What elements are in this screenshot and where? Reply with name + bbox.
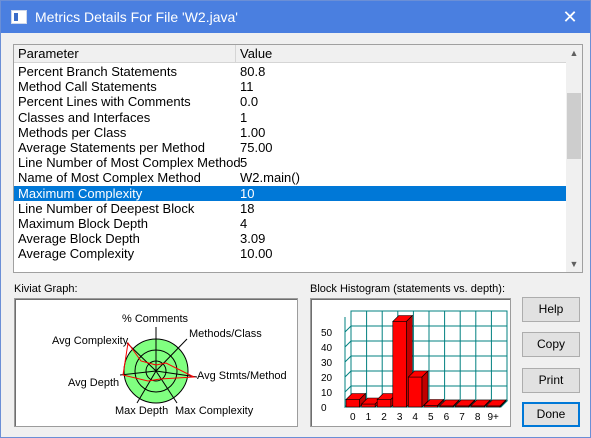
histogram-gridline xyxy=(344,340,352,348)
histogram-gridline xyxy=(344,355,352,363)
parameter-cell: Methods per Class xyxy=(18,124,127,140)
histogram-x-tick-label: 4 xyxy=(412,412,418,423)
histogram-y-tick-label: 10 xyxy=(321,388,333,399)
scroll-up-icon[interactable]: ▲ xyxy=(566,45,582,61)
value-cell: 80.8 xyxy=(240,64,266,79)
parameter-cell: Line Number of Deepest Block xyxy=(18,200,195,216)
histogram-x-tick-label: 0 xyxy=(350,412,356,423)
value-cell: W2.main() xyxy=(240,170,300,186)
parameter-cell: Method Call Statements xyxy=(18,79,157,95)
value-cell: 3.09 xyxy=(240,231,266,247)
histogram-x-tick-label: 6 xyxy=(444,412,450,423)
title-bar[interactable]: Metrics Details For File 'W2.java' ✕ xyxy=(1,1,590,33)
window-title: Metrics Details For File 'W2.java' xyxy=(35,9,238,25)
scroll-down-icon[interactable]: ▼ xyxy=(566,256,582,272)
column-header-value[interactable]: Value xyxy=(236,45,567,63)
histogram-bar xyxy=(376,399,392,408)
histogram-x-tick-label: 7 xyxy=(459,412,465,423)
histogram-x-tick-label: 5 xyxy=(428,412,434,423)
histogram-y-tick-label: 40 xyxy=(321,343,333,354)
value-cell: 10 xyxy=(240,185,255,201)
histogram-bar-side xyxy=(421,370,429,408)
table-row[interactable]: Percent Lines with Comments 0.0 xyxy=(14,94,567,109)
close-button[interactable]: ✕ xyxy=(558,5,582,29)
metrics-table[interactable]: Parameter Value Percent Branch Statement… xyxy=(13,44,583,273)
table-row[interactable]: Name of Most Complex Method W2.main() xyxy=(14,170,567,185)
table-row[interactable]: Average Block Depth 3.09 xyxy=(14,231,567,246)
value-cell: 18 xyxy=(240,200,255,216)
table-row[interactable]: Average Statements per Method 75.00 xyxy=(14,140,567,155)
done-button[interactable]: Done xyxy=(522,402,580,427)
kiviat-axis-label: Avg Depth xyxy=(68,377,119,389)
table-header: Parameter Value xyxy=(14,45,567,63)
histogram-x-tick-label: 9+ xyxy=(487,412,499,423)
table-row[interactable]: Line Number of Most Complex Method 5 xyxy=(14,155,567,170)
value-cell: 1 xyxy=(240,109,248,125)
histogram-x-tick-label: 8 xyxy=(475,412,481,423)
column-header-parameter[interactable]: Parameter xyxy=(14,45,236,63)
table-row[interactable]: Percent Branch Statements 80.8 xyxy=(14,64,567,79)
kiviat-axis-label: Avg Complexity xyxy=(52,335,129,347)
parameter-cell: Average Block Depth xyxy=(18,231,140,247)
table-row[interactable]: Classes and Interfaces 1 xyxy=(14,110,567,125)
value-cell: 5 xyxy=(240,155,248,171)
histogram-gridline xyxy=(344,385,352,393)
parameter-cell: Average Statements per Method xyxy=(18,139,205,155)
histogram-bar xyxy=(345,399,360,408)
table-row[interactable]: Line Number of Deepest Block 18 xyxy=(14,201,567,216)
value-cell: 75.00 xyxy=(240,139,273,155)
kiviat-label: Kiviat Graph: xyxy=(14,283,78,295)
scroll-thumb[interactable] xyxy=(567,93,581,159)
parameter-cell: Percent Lines with Comments xyxy=(18,94,191,110)
window-icon xyxy=(11,10,27,24)
parameter-cell: Maximum Complexity xyxy=(18,185,143,201)
histogram-y-tick-label: 50 xyxy=(321,328,333,339)
table-row[interactable]: Method Call Statements 11 xyxy=(14,79,567,94)
value-cell: 0.0 xyxy=(240,94,259,110)
table-body: Percent Branch Statements 80.8 Method Call… xyxy=(14,64,567,261)
histogram-bar xyxy=(408,376,423,408)
vertical-scrollbar[interactable]: ▲ ▼ xyxy=(566,45,582,272)
table-row[interactable]: Methods per Class 1.00 xyxy=(14,125,567,140)
parameter-cell: Percent Branch Statements xyxy=(18,64,177,79)
histogram-x-tick-label: 2 xyxy=(381,412,387,423)
kiviat-axis-label: Max Depth xyxy=(115,405,168,417)
histogram-y-tick-label: 30 xyxy=(321,358,333,369)
parameter-cell: Average Complexity xyxy=(18,246,135,262)
kiviat-axis-label: % Comments xyxy=(122,313,189,325)
value-cell: 4 xyxy=(240,215,248,231)
parameter-cell: Maximum Block Depth xyxy=(18,215,149,231)
value-cell: 1.00 xyxy=(240,124,266,140)
kiviat-graph-panel: % Comments Methods/Class Avg Stmts/Metho… xyxy=(14,298,298,427)
parameter-cell: Name of Most Complex Method xyxy=(18,170,201,186)
value-cell: 11 xyxy=(240,79,254,95)
kiviat-graph: % Comments Methods/Class Avg Stmts/Metho… xyxy=(52,313,287,417)
kiviat-axis-label: Avg Stmts/Method xyxy=(197,370,287,382)
histogram-x-tick-label: 1 xyxy=(366,412,372,423)
histogram-x-tick-label: 3 xyxy=(397,412,403,423)
histogram-panel: 0 10 20 30 40 50 0 1 2 3 4 5 6 7 8 9+ xyxy=(310,298,511,427)
metrics-dialog: Metrics Details For File 'W2.java' ✕ Par… xyxy=(0,0,591,438)
histogram-y-tick-label: 20 xyxy=(321,373,333,384)
copy-button[interactable]: Copy xyxy=(522,332,580,357)
histogram-label: Block Histogram (statements vs. depth): xyxy=(310,283,506,295)
table-row[interactable]: Maximum Complexity 10 xyxy=(14,185,567,201)
table-row[interactable]: Maximum Block Depth 4 xyxy=(14,216,567,231)
kiviat-axis-label: Methods/Class xyxy=(189,328,262,340)
histogram-y-tick-label: 0 xyxy=(321,403,327,414)
kiviat-axis-label: Max Complexity xyxy=(175,405,254,417)
histogram-bar xyxy=(361,403,376,408)
help-button[interactable]: Help xyxy=(522,297,580,322)
table-row[interactable]: Average Complexity 10.00 xyxy=(14,246,567,261)
parameter-cell: Line Number of Most Complex Method xyxy=(18,155,241,171)
histogram-gridline xyxy=(344,370,352,378)
value-cell: 10.00 xyxy=(240,246,273,262)
parameter-cell: Classes and Interfaces xyxy=(18,109,151,125)
block-histogram: 010203040500 1 2 3 4 5 6 7 8 9+ xyxy=(321,310,509,423)
histogram-gridline xyxy=(344,325,352,333)
histogram-bar xyxy=(392,321,407,408)
print-button[interactable]: Print xyxy=(522,368,580,393)
